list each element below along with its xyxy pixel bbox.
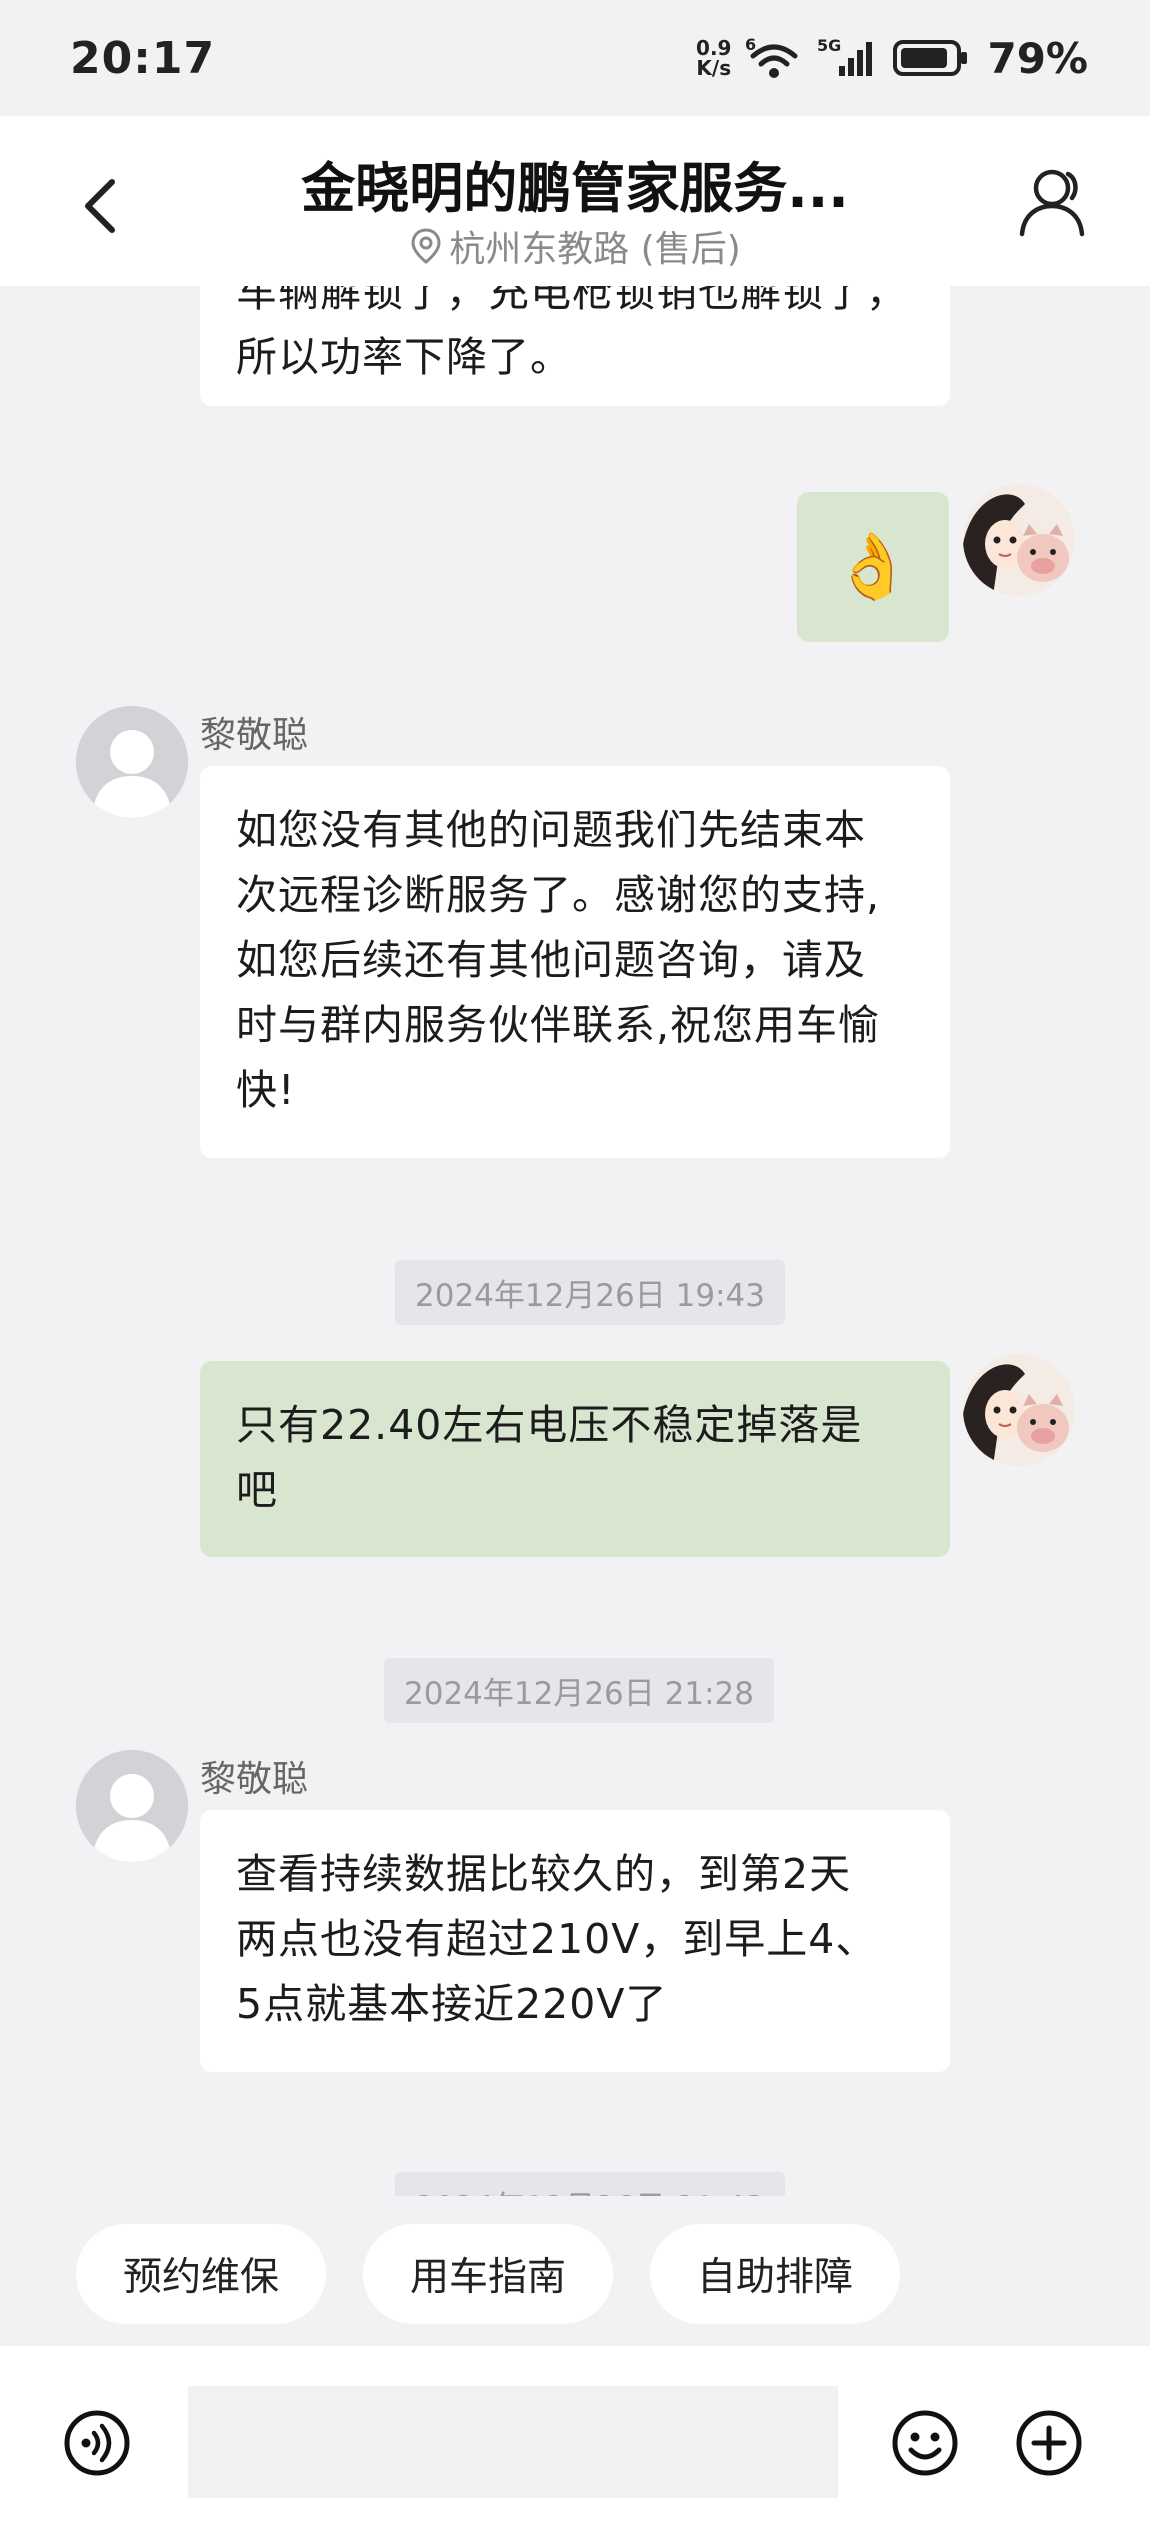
message-line: 吧: [236, 1466, 278, 1514]
message-line: 所以功率下降了。: [236, 333, 572, 381]
default-avatar-icon: [76, 1750, 188, 1862]
message-line: 两点也没有超过210V，到早上4、: [236, 1915, 878, 1963]
chevron-left-icon: [85, 179, 115, 233]
cellular-signal-icon: 5G: [817, 36, 873, 76]
message-bubble[interactable]: 车辆解锁了，充电枪锁销也解锁了， 所以功率下降了。: [200, 286, 950, 406]
store-location: 杭州东教路 (售后): [180, 220, 970, 272]
message-line: 次远程诊断服务了。感谢您的支持,: [236, 871, 881, 919]
default-avatar-icon: [76, 706, 188, 818]
message-bubble-mine[interactable]: 👌: [797, 492, 949, 642]
status-indicators: 0.9 K/s 6 5G 79%: [696, 34, 1088, 83]
ok-hand-emoji: 👌: [832, 530, 914, 604]
store-location-text: 杭州东教路 (售后): [449, 229, 741, 270]
message-line: 如您后续还有其他问题咨询，请及: [236, 936, 866, 984]
quick-action-book-maintenance[interactable]: 预约维保: [76, 2224, 326, 2324]
message-list[interactable]: 车辆解锁了，充电枪锁销也解锁了， 所以功率下降了。 👌 黎敬聪 如您没有其他的问…: [0, 286, 1150, 2196]
message-line: 查看持续数据比较久的，到第2天: [236, 1850, 852, 1898]
battery-percent: 79%: [987, 33, 1088, 83]
more-actions-button[interactable]: [1014, 2408, 1084, 2478]
message-line: 车辆解锁了，充电枪锁销也解锁了，: [236, 286, 908, 316]
timestamp: 2024年12月26日 21:28: [384, 1658, 774, 1723]
status-time: 20:17: [70, 32, 216, 84]
message-line: 快!: [236, 1066, 296, 1114]
emoji-button[interactable]: [890, 2408, 960, 2478]
person-icon: [1019, 169, 1085, 237]
page-title: 金晓明的鹏管家服务...: [301, 157, 849, 220]
network-speed-unit: K/s: [696, 56, 732, 80]
wifi-icon: 6: [745, 36, 798, 78]
timestamp: 2024年12月26日 19:43: [395, 1260, 785, 1325]
battery-icon: [893, 40, 968, 76]
message-bubble[interactable]: 查看持续数据比较久的，到第2天 两点也没有超过210V，到早上4、 5点就基本接…: [200, 1810, 950, 2072]
user-avatar-icon: [963, 484, 1075, 596]
plus-circle-icon: [1016, 2410, 1082, 2476]
svg-text:6: 6: [745, 36, 756, 54]
timestamp: 2024年12月26日 21:43: [395, 2172, 785, 2196]
message-input[interactable]: [188, 2386, 838, 2498]
voice-icon: [64, 2410, 130, 2476]
sender-name: 黎敬聪: [200, 1759, 309, 1800]
message-input-bar: [0, 2346, 1150, 2537]
avatar[interactable]: [963, 1354, 1075, 1466]
message-line: 只有22.40左右电压不稳定掉落是: [236, 1401, 863, 1449]
message-line: 5点就基本接近220V了: [236, 1980, 668, 2028]
group-members-button[interactable]: [1010, 160, 1094, 244]
user-avatar-icon: [963, 1354, 1075, 1466]
message-line: 时与群内服务伙伴联系,祝您用车愉: [236, 1001, 881, 1049]
avatar[interactable]: [76, 706, 188, 818]
message-bubble[interactable]: 如您没有其他的问题我们先结束本 次远程诊断服务了。感谢您的支持, 如您后续还有其…: [200, 766, 950, 1158]
network-type: 5G: [817, 36, 841, 55]
message-line: 如您没有其他的问题我们先结束本: [236, 806, 866, 854]
smile-icon: [892, 2410, 958, 2476]
quick-actions-bar: 预约维保 用车指南 自助排障: [0, 2196, 1150, 2346]
network-speed-value: 0.9: [696, 36, 732, 60]
back-button[interactable]: [62, 166, 142, 246]
quick-action-vehicle-guide[interactable]: 用车指南: [363, 2224, 613, 2324]
chat-screen: 20:17 0.9 K/s 6 5G 79% 金晓明的鹏管家服务... 杭州东教…: [0, 0, 1150, 2537]
message-bubble-mine[interactable]: 只有22.40左右电压不稳定掉落是 吧: [200, 1361, 950, 1557]
status-bar: 20:17 0.9 K/s 6 5G 79%: [0, 0, 1150, 116]
avatar[interactable]: [76, 1750, 188, 1862]
network-speed: 0.9 K/s: [696, 38, 731, 78]
sender-name: 黎敬聪: [200, 715, 309, 756]
quick-action-self-troubleshoot[interactable]: 自助排障: [650, 2224, 900, 2324]
location-pin-icon: [411, 228, 441, 264]
avatar[interactable]: [963, 484, 1075, 596]
chat-header: 金晓明的鹏管家服务... 杭州东教路 (售后): [0, 116, 1150, 286]
voice-input-button[interactable]: [62, 2408, 132, 2478]
